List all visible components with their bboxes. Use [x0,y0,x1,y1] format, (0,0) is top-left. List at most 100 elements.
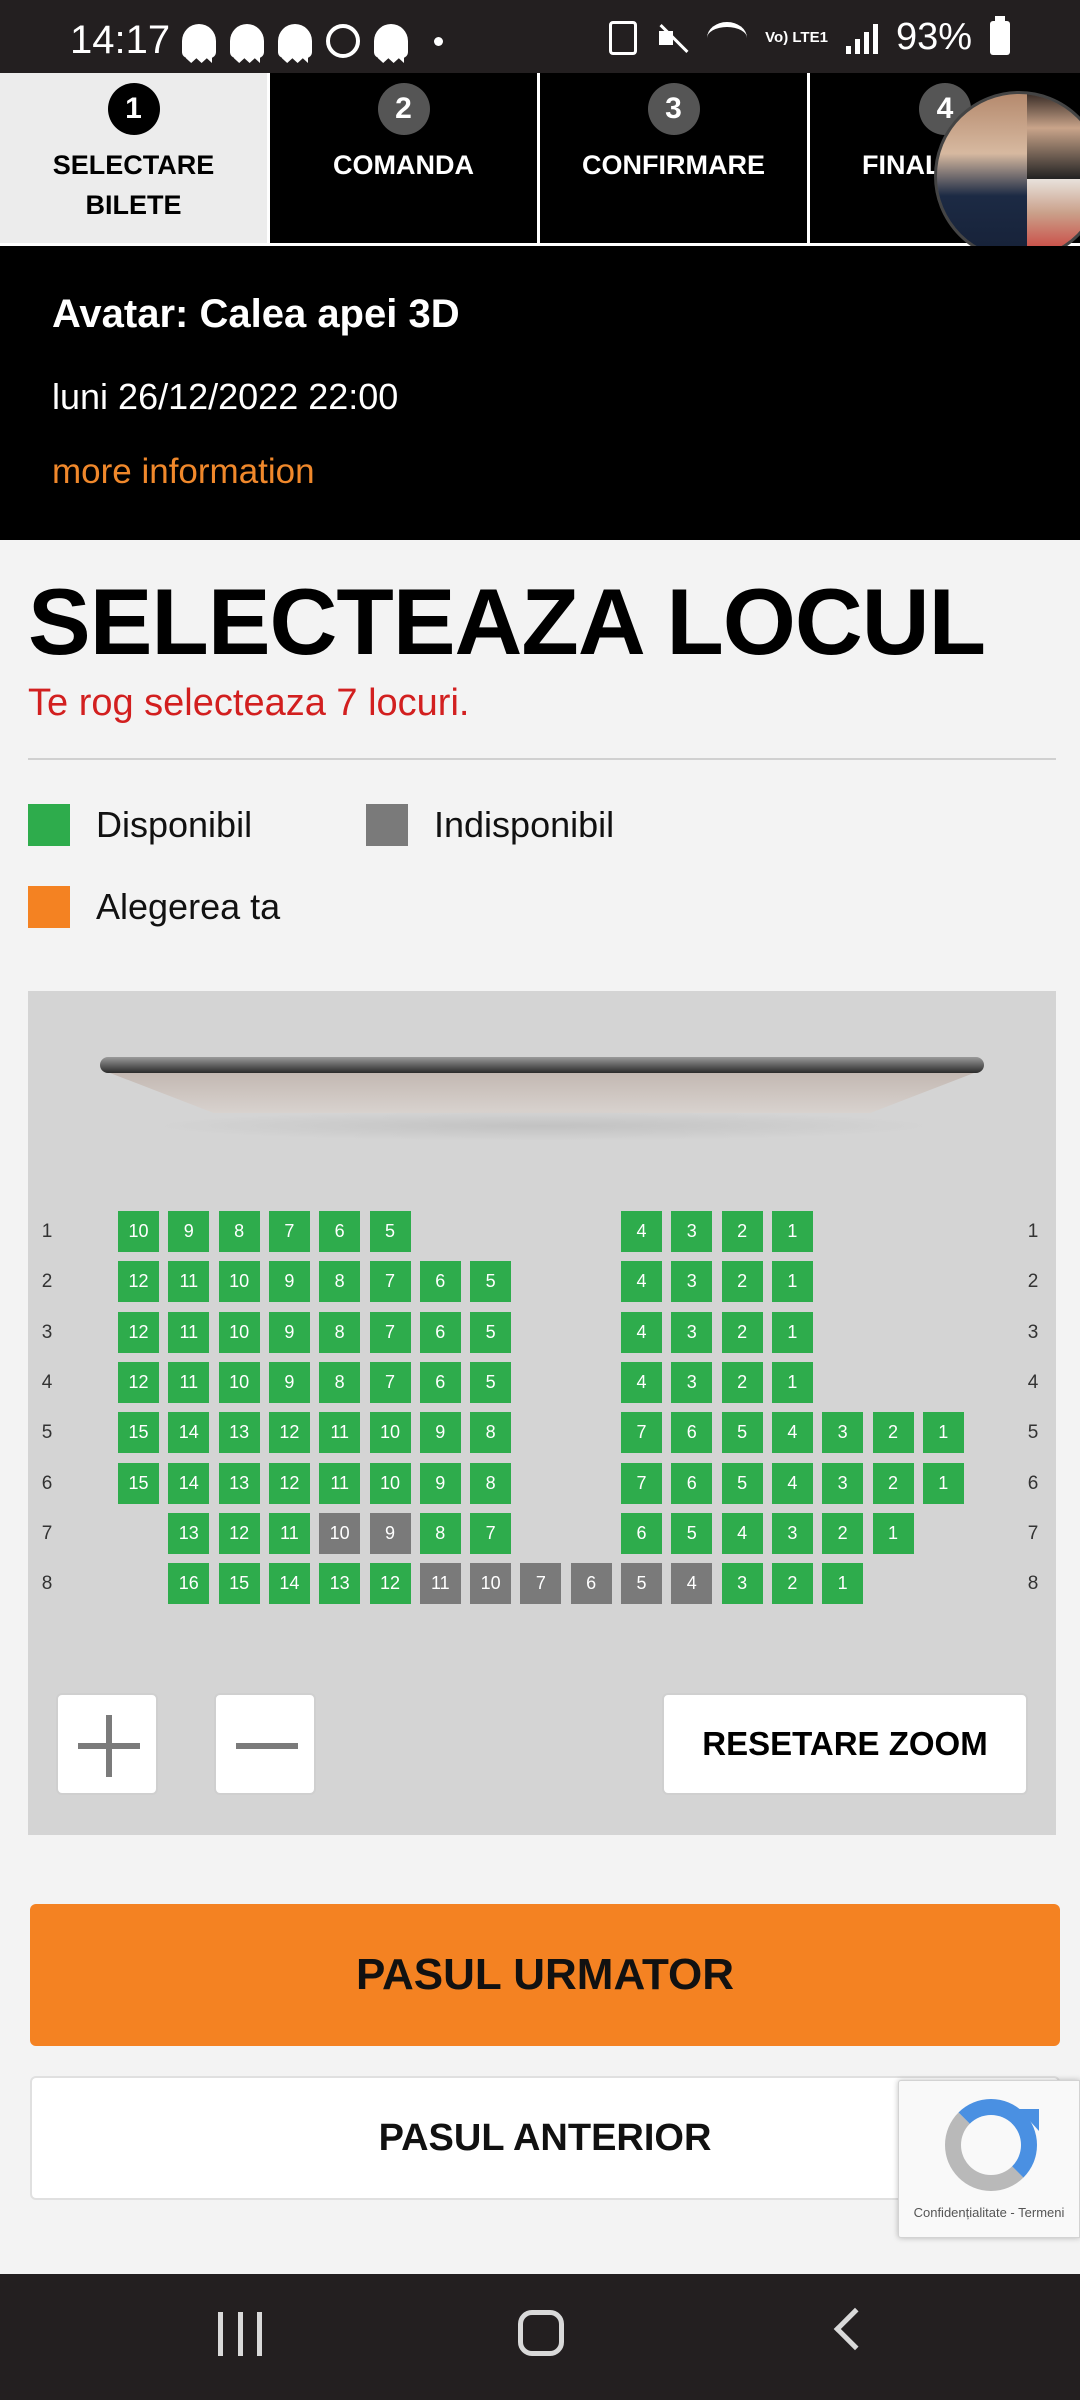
seat-row-5-12[interactable]: 12 [268,1412,310,1454]
seat-row-8-16[interactable]: 16 [168,1563,210,1605]
seat-row-6-11[interactable]: 11 [319,1462,361,1504]
recent-apps-icon[interactable] [218,2312,262,2356]
recaptcha-badge[interactable]: Confidențialitate - Termeni [898,2080,1080,2238]
seat-row-7-11[interactable]: 11 [268,1512,310,1554]
zoom-in-button[interactable] [56,1693,158,1795]
seat-row-6-6[interactable]: 6 [671,1462,713,1504]
seat-row-5-1[interactable]: 1 [922,1412,964,1454]
seat-row-5-13[interactable]: 13 [218,1412,260,1454]
seat-row-5-4[interactable]: 4 [771,1412,813,1454]
seat-row-5-15[interactable]: 15 [118,1412,159,1454]
seat-row-4-5[interactable]: 5 [470,1361,512,1403]
seat-row-2-12[interactable]: 12 [118,1261,159,1303]
seat-row-3-9[interactable]: 9 [268,1311,310,1353]
seat-map[interactable]: RESETARE ZOOM 1 1 10 9 8 7 6 5 4 3 2 1 2 2 12 11 10 9 8 7 6 5… [28,991,1056,1835]
seat-row-7-13[interactable]: 13 [168,1512,210,1554]
zoom-out-button[interactable] [214,1693,316,1795]
seat-row-7-3[interactable]: 3 [771,1512,813,1554]
seat-row-5-10[interactable]: 10 [369,1412,411,1454]
seat-row-1-9[interactable]: 9 [168,1211,210,1252]
seat-row-6-5[interactable]: 5 [721,1462,763,1504]
seat-row-4-10[interactable]: 10 [218,1361,260,1403]
seat-row-4-9[interactable]: 9 [268,1361,310,1403]
seat-row-7-8[interactable]: 8 [419,1512,461,1554]
seat-row-7-7[interactable]: 7 [470,1512,512,1554]
seat-row-1-2[interactable]: 2 [721,1211,763,1252]
seat-row-1-3[interactable]: 3 [671,1211,713,1252]
seat-row-8-1[interactable]: 1 [822,1563,864,1605]
seat-row-3-10[interactable]: 10 [218,1311,260,1353]
seat-row-3-3[interactable]: 3 [671,1311,713,1353]
next-step-button[interactable]: PASUL URMATOR [30,1904,1060,2046]
seat-row-1-4[interactable]: 4 [621,1211,662,1252]
recaptcha-links[interactable]: Confidențialitate - Termeni [899,2205,1079,2220]
floating-chat-head-avatar[interactable] [934,91,1080,261]
seat-row-5-8[interactable]: 8 [470,1412,512,1454]
seat-row-3-7[interactable]: 7 [369,1311,411,1353]
seat-row-2-3[interactable]: 3 [671,1261,713,1303]
seat-row-6-13[interactable]: 13 [218,1462,260,1504]
seat-row-3-5[interactable]: 5 [470,1311,512,1353]
seat-row-1-8[interactable]: 8 [218,1211,260,1252]
seat-row-3-1[interactable]: 1 [771,1311,813,1353]
seat-row-7-2[interactable]: 2 [822,1512,864,1554]
step-select-tickets[interactable]: 1 SELECTARE BILETE [0,73,270,243]
seat-row-6-3[interactable]: 3 [822,1462,864,1504]
seat-row-2-7[interactable]: 7 [369,1261,411,1303]
step-order[interactable]: 2 COMANDA [270,73,540,243]
seat-row-3-8[interactable]: 8 [319,1311,361,1353]
seat-row-4-3[interactable]: 3 [671,1361,713,1403]
more-information-link[interactable]: more information [52,452,315,492]
seat-row-2-8[interactable]: 8 [319,1261,361,1303]
seat-row-7-6[interactable]: 6 [621,1512,662,1554]
seat-row-4-12[interactable]: 12 [118,1361,159,1403]
seat-row-6-2[interactable]: 2 [872,1462,914,1504]
seat-row-3-6[interactable]: 6 [419,1311,461,1353]
seat-row-8-13[interactable]: 13 [319,1563,361,1605]
seat-row-4-11[interactable]: 11 [168,1361,210,1403]
seat-row-1-7[interactable]: 7 [268,1211,310,1252]
seat-row-5-6[interactable]: 6 [671,1412,713,1454]
seat-row-7-12[interactable]: 12 [218,1512,260,1554]
seat-row-5-7[interactable]: 7 [621,1412,662,1454]
seat-row-3-12[interactable]: 12 [118,1311,159,1353]
seat-row-8-2[interactable]: 2 [771,1563,813,1605]
seat-row-3-11[interactable]: 11 [168,1311,210,1353]
seat-row-8-12[interactable]: 12 [369,1563,411,1605]
seat-row-6-15[interactable]: 15 [118,1462,159,1504]
seat-row-5-11[interactable]: 11 [319,1412,361,1454]
seat-row-2-9[interactable]: 9 [268,1261,310,1303]
seat-row-1-6[interactable]: 6 [319,1211,361,1252]
seat-row-4-2[interactable]: 2 [721,1361,763,1403]
seat-row-3-2[interactable]: 2 [721,1311,763,1353]
reset-zoom-button[interactable]: RESETARE ZOOM [662,1693,1028,1795]
seat-row-2-1[interactable]: 1 [771,1261,813,1303]
seat-row-7-5[interactable]: 5 [671,1512,713,1554]
seat-row-5-5[interactable]: 5 [721,1412,763,1454]
seat-row-4-7[interactable]: 7 [369,1361,411,1403]
seat-row-8-15[interactable]: 15 [218,1563,260,1605]
seat-row-1-10[interactable]: 10 [118,1211,159,1252]
seat-row-6-8[interactable]: 8 [470,1462,512,1504]
seat-row-7-1[interactable]: 1 [872,1512,914,1554]
seat-row-6-9[interactable]: 9 [419,1462,461,1504]
seat-row-2-4[interactable]: 4 [621,1261,662,1303]
seat-row-8-14[interactable]: 14 [268,1563,310,1605]
seat-row-7-4[interactable]: 4 [721,1512,763,1554]
seat-row-5-2[interactable]: 2 [872,1412,914,1454]
seat-row-1-1[interactable]: 1 [771,1211,813,1252]
seat-row-6-12[interactable]: 12 [268,1462,310,1504]
seat-row-4-4[interactable]: 4 [621,1361,662,1403]
step-confirm[interactable]: 3 CONFIRMARE [540,73,810,243]
seat-row-6-1[interactable]: 1 [922,1462,964,1504]
seat-row-5-14[interactable]: 14 [168,1412,210,1454]
back-icon[interactable] [833,2307,877,2351]
seat-row-4-8[interactable]: 8 [319,1361,361,1403]
seat-row-4-6[interactable]: 6 [419,1361,461,1403]
seat-row-5-3[interactable]: 3 [822,1412,864,1454]
seat-row-4-1[interactable]: 1 [771,1361,813,1403]
seat-row-2-6[interactable]: 6 [419,1261,461,1303]
seat-row-2-11[interactable]: 11 [168,1261,210,1303]
seat-row-6-14[interactable]: 14 [168,1462,210,1504]
seat-row-2-10[interactable]: 10 [218,1261,260,1303]
